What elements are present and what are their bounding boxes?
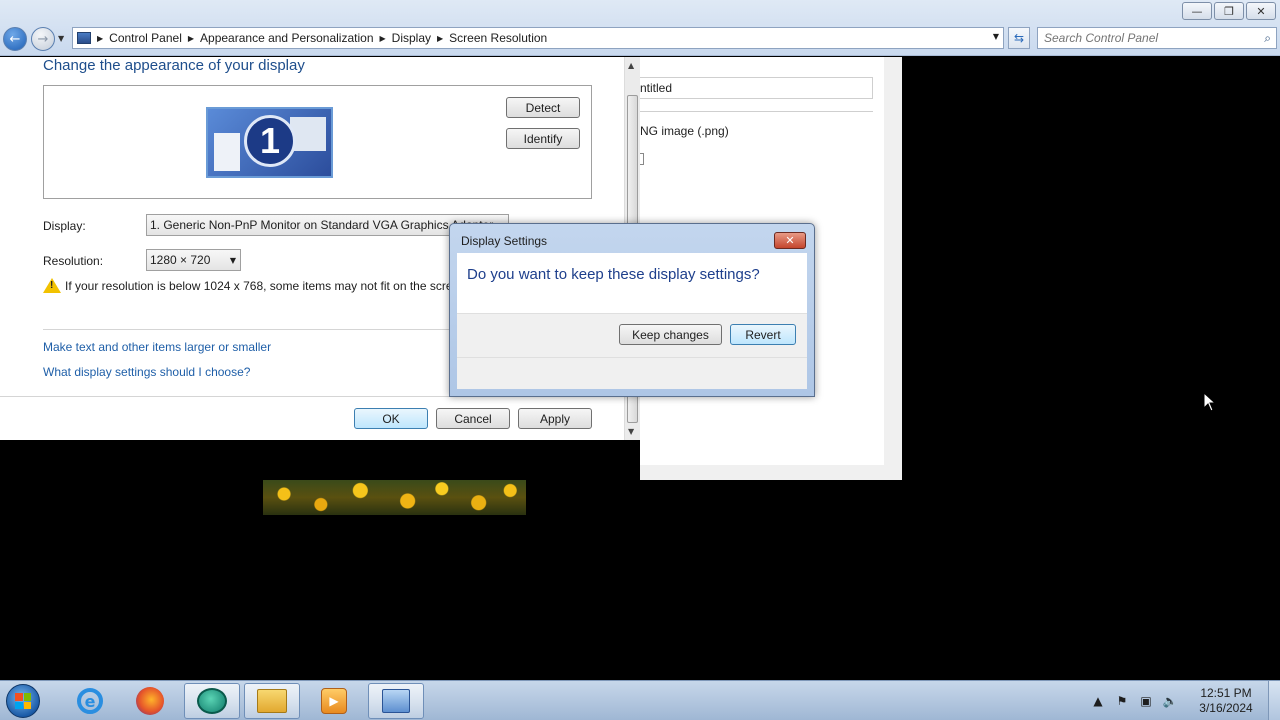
search-box[interactable]: ⌕ [1037, 27, 1277, 49]
clock[interactable]: 12:51 PM 3/16/2024 [1190, 686, 1262, 716]
display-settings-dialog: Display Settings ✕ Do you want to keep t… [449, 223, 815, 397]
explorer-window-header: — ❐ ✕ ← → ▼ ▶ Control Panel ▶ Appearance… [0, 0, 1280, 56]
taskbar-internet-explorer[interactable]: e [62, 683, 118, 719]
revert-button[interactable]: Revert [730, 324, 796, 345]
media-player-icon: ▶ [321, 688, 347, 714]
chat-bubble-icon [197, 688, 227, 714]
apply-button[interactable]: Apply [518, 408, 592, 429]
divider [457, 357, 807, 358]
breadcrumb-arrow-icon[interactable]: ▶ [188, 34, 194, 43]
resolution-select[interactable]: 1280 × 720 ▼ [146, 249, 241, 271]
clock-time: 12:51 PM [1200, 686, 1252, 700]
forward-button[interactable]: → [31, 27, 55, 51]
identify-button[interactable]: Identify [506, 128, 580, 149]
back-button[interactable]: ← [3, 27, 27, 51]
control-panel-icon [382, 689, 410, 713]
breadcrumb-arrow-icon[interactable]: ▶ [97, 34, 103, 43]
filename-field[interactable]: ntitled [640, 77, 873, 99]
close-window-button[interactable]: ✕ [1246, 2, 1276, 20]
dialog-question: Do you want to keep these display settin… [467, 266, 760, 283]
mouse-cursor-icon [1203, 392, 1217, 412]
taskbar-media-player[interactable]: ▶ [306, 683, 362, 719]
sunflower-image-strip [263, 480, 526, 515]
taskbar-firefox[interactable] [122, 683, 178, 719]
scroll-up-icon[interactable]: ▲ [628, 61, 634, 70]
taskbar-chat-app[interactable] [184, 683, 240, 719]
show-desktop-button[interactable] [1268, 681, 1280, 720]
dialog-button-area: Keep changes Revert [457, 313, 807, 389]
breadcrumb-display[interactable]: Display [392, 31, 431, 45]
monitor-number: 1 [244, 115, 296, 167]
search-icon[interactable]: ⌕ [1264, 31, 1271, 46]
chevron-down-icon: ▼ [229, 256, 236, 265]
address-dropdown-icon[interactable]: ▼ [993, 32, 999, 41]
dialog-close-button[interactable]: ✕ [774, 232, 806, 249]
taskbar: e ▶ ▲ ⚑ ▣ 🔈 12:51 PM 3/16/2024 [0, 680, 1280, 720]
start-button[interactable] [6, 684, 40, 718]
monitor-window-thumbnail [214, 133, 240, 171]
detect-button[interactable]: Detect [506, 97, 580, 118]
search-input[interactable] [1038, 28, 1248, 48]
taskbar-control-panel[interactable] [368, 683, 424, 719]
taskbar-file-explorer[interactable] [244, 683, 300, 719]
breadcrumb-appearance[interactable]: Appearance and Personalization [200, 31, 373, 45]
folder-icon [640, 153, 644, 165]
display-select-value: 1. Generic Non-PnP Monitor on Standard V… [150, 218, 494, 232]
resolution-select-value: 1280 × 720 [150, 253, 211, 267]
system-tray: ▲ ⚑ ▣ 🔈 12:51 PM 3/16/2024 [1084, 681, 1280, 720]
network-icon[interactable]: ▣ [1136, 691, 1156, 711]
monitor-preview-box: 1 Detect Identify [43, 85, 592, 199]
window-footer [640, 465, 884, 480]
dialog-body: Do you want to keep these display settin… [457, 253, 807, 313]
recent-pages-dropdown-icon[interactable]: ▼ [58, 34, 64, 43]
divider [640, 111, 873, 112]
file-type-label[interactable]: NG image (.png) [640, 124, 729, 138]
breadcrumb-control-panel[interactable]: Control Panel [109, 31, 182, 45]
control-panel-icon [77, 32, 91, 44]
folder-icon [257, 689, 287, 713]
clock-date: 3/16/2024 [1199, 701, 1253, 715]
maximize-button[interactable]: ❐ [1214, 2, 1244, 20]
breadcrumb-arrow-icon[interactable]: ▶ [437, 34, 443, 43]
show-hidden-icons-icon[interactable]: ▲ [1088, 691, 1108, 711]
scroll-down-icon[interactable]: ▼ [628, 427, 634, 436]
firefox-icon [136, 687, 164, 715]
ok-button[interactable]: OK [354, 408, 428, 429]
link-text-size[interactable]: Make text and other items larger or smal… [43, 340, 271, 354]
breadcrumb-screen-resolution[interactable]: Screen Resolution [449, 31, 547, 45]
internet-explorer-icon: e [77, 688, 103, 714]
display-label: Display: [43, 219, 86, 233]
resolution-warning-text: If your resolution is below 1024 x 768, … [65, 279, 470, 293]
volume-muted-icon[interactable]: 🔈 [1160, 691, 1180, 711]
monitor-1-preview[interactable]: 1 [206, 107, 333, 178]
breadcrumb-arrow-icon[interactable]: ▶ [380, 34, 386, 43]
page-title: Change the appearance of your display [43, 57, 305, 74]
cancel-button[interactable]: Cancel [436, 408, 510, 429]
action-center-flag-icon[interactable]: ⚑ [1112, 691, 1132, 711]
minimize-button[interactable]: — [1182, 2, 1212, 20]
desktop: — ❐ ✕ ← → ▼ ▶ Control Panel ▶ Appearance… [0, 0, 1280, 720]
address-bar[interactable]: ▶ Control Panel ▶ Appearance and Persona… [72, 27, 1004, 49]
windows-logo-icon [15, 693, 31, 709]
resolution-label: Resolution: [43, 254, 104, 268]
dialog-title: Display Settings [461, 234, 548, 248]
link-display-settings-help[interactable]: What display settings should I choose? [43, 365, 250, 379]
keep-changes-button[interactable]: Keep changes [619, 324, 722, 345]
window-controls: — ❐ ✕ [1182, 2, 1276, 20]
warning-icon-mark: ! [50, 280, 54, 291]
divider [43, 329, 463, 330]
refresh-button[interactable]: ⇆ [1008, 27, 1030, 49]
navigation-bar: ← → ▼ ▶ Control Panel ▶ Appearance and P… [0, 26, 1280, 52]
